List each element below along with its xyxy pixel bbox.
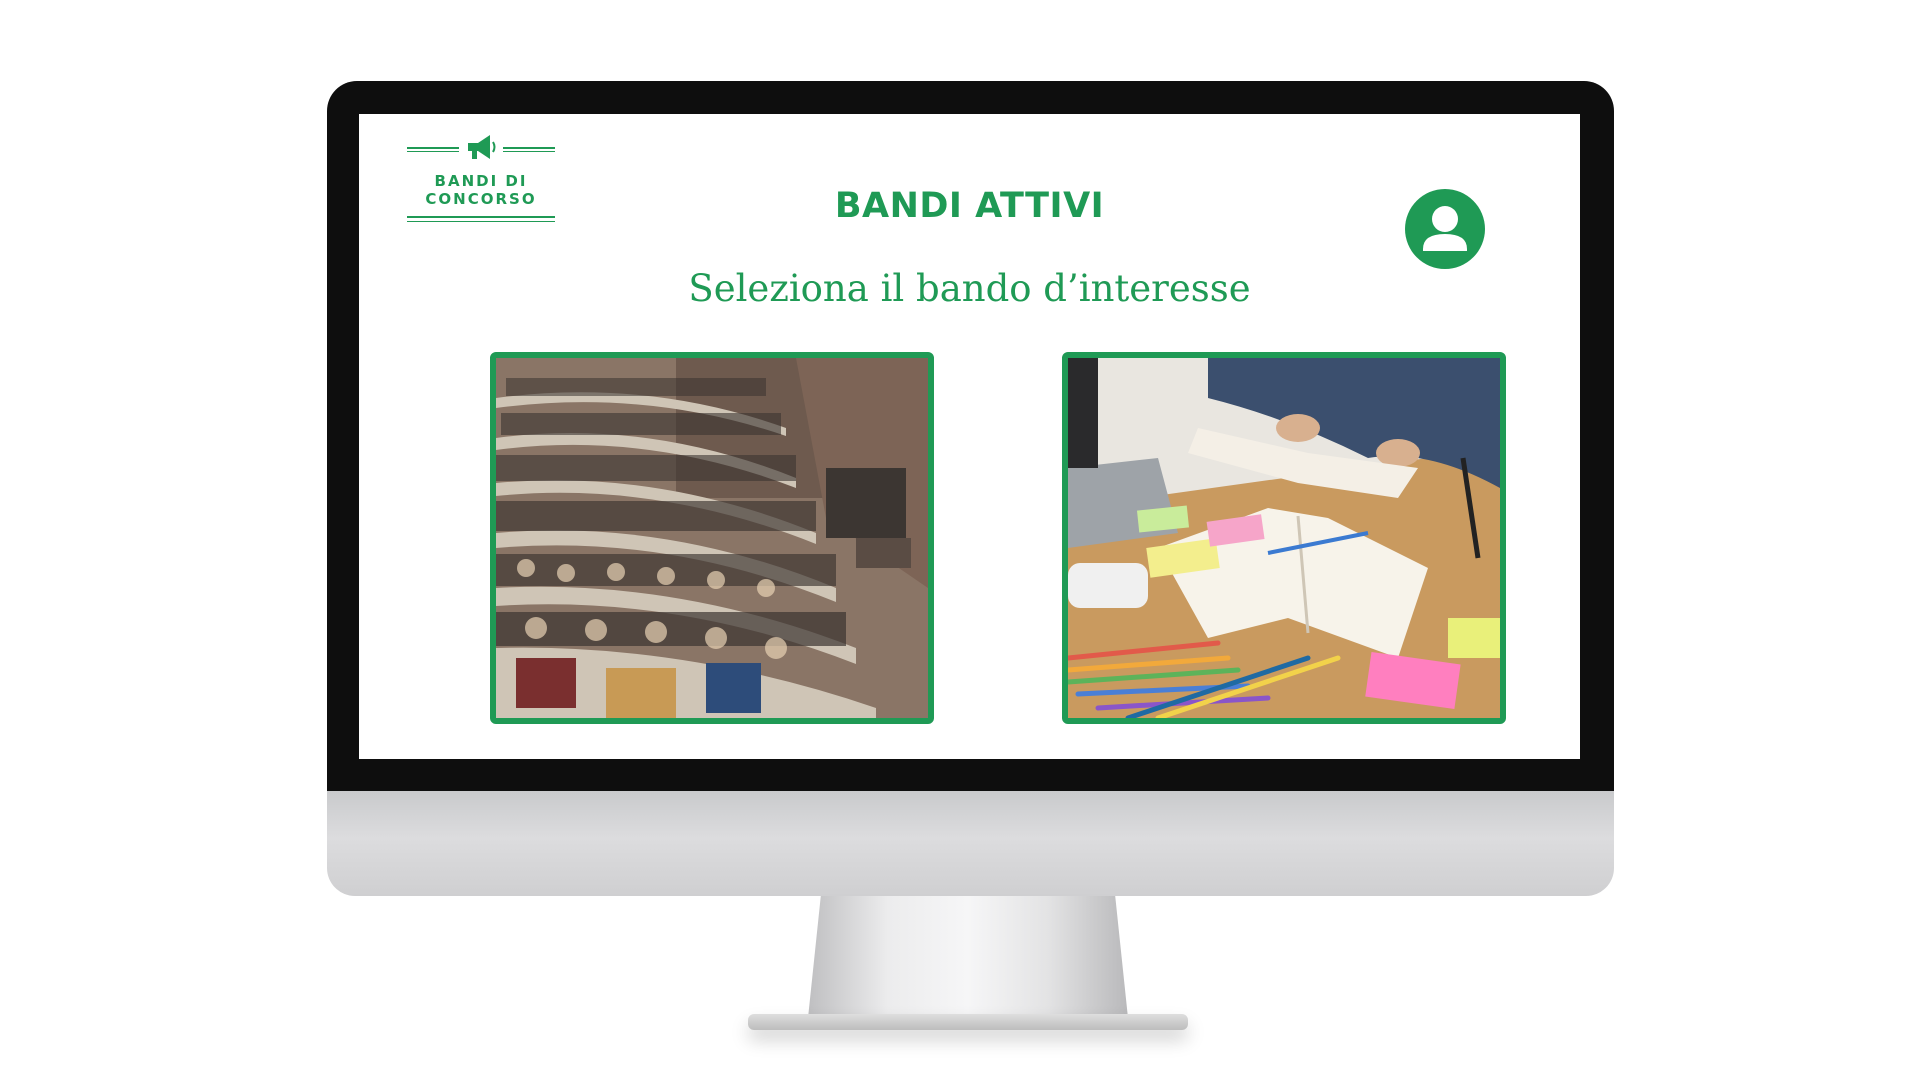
bando-card-lecture-hall[interactable] [490,352,934,724]
megaphone-icon [468,135,496,159]
user-avatar-icon [1423,206,1467,251]
logo-rule-right [503,147,555,149]
logo-rule-right-thin [503,151,555,152]
logo-rule-left-thin [407,151,459,152]
app-screen: BANDI DI CONCORSO BANDI ATTIVI Seleziona… [359,114,1580,759]
monitor-chin [327,791,1614,896]
bando-card-study-desk[interactable] [1062,352,1506,724]
user-profile-button[interactable] [1405,189,1485,269]
lecture-hall-students-photo [496,358,928,718]
logo-rule-left [407,147,459,149]
page-title: BANDI ATTIVI [834,186,1105,226]
monitor-stand-base [748,1014,1188,1030]
monitor-stand-neck [808,896,1128,1018]
open-books-study-desk-photo [1068,358,1500,718]
page-subtitle: Seleziona il bando d’interesse [688,267,1251,310]
